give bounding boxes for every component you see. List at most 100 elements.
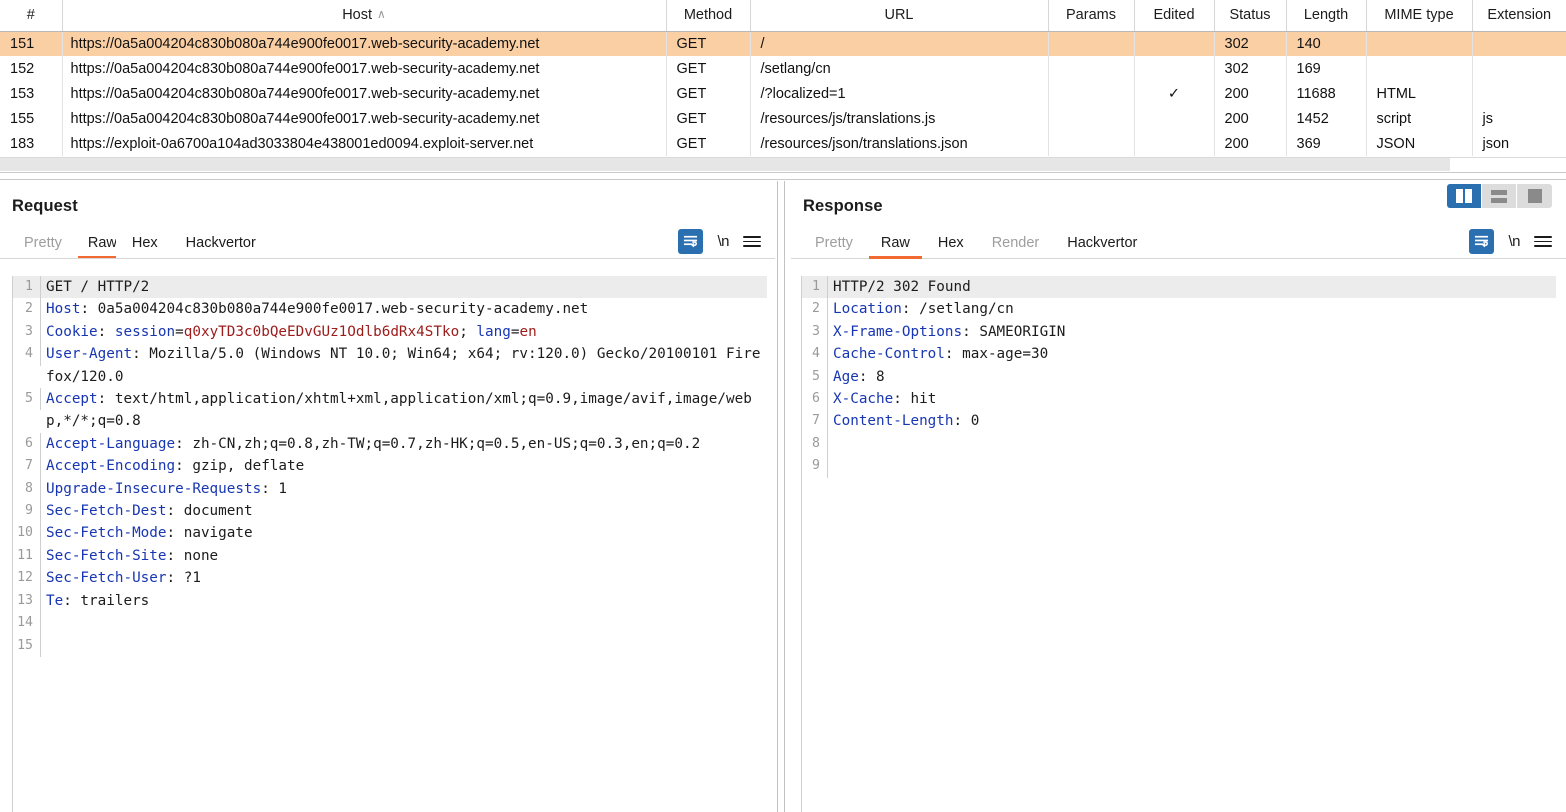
hamburger-menu-icon[interactable]	[1534, 236, 1552, 247]
response-pane: Response Pretty Raw Hex Render Hackverto…	[791, 181, 1566, 812]
column-header-method[interactable]: Method	[666, 0, 750, 31]
tab-response-pretty[interactable]: Pretty	[803, 235, 865, 258]
line-number: 9	[13, 500, 41, 522]
line-number: 6	[802, 388, 828, 410]
line-text[interactable]: Upgrade-Insecure-Requests: 1	[41, 478, 767, 500]
word-wrap-icon[interactable]	[1469, 229, 1494, 254]
line-text[interactable]: Sec-Fetch-Dest: document	[41, 500, 767, 522]
line-text[interactable]: Accept-Encoding: gzip, deflate	[41, 455, 767, 477]
history-horizontal-scrollbar[interactable]	[0, 157, 1566, 171]
cell-status: 302	[1214, 56, 1286, 81]
editor-line: 1HTTP/2 302 Found	[802, 276, 1556, 298]
layout-mode-buttons	[1447, 184, 1552, 208]
cell-ext: js	[1472, 106, 1566, 131]
line-text[interactable]: Cache-Control: max-age=30	[828, 343, 1556, 365]
line-number: 1	[13, 276, 41, 298]
table-row[interactable]: 152https://0a5a004204c830b080a744e900fe0…	[0, 56, 1566, 81]
newline-toggle-icon[interactable]: \n	[1508, 233, 1520, 250]
cell-mime: HTML	[1366, 81, 1472, 106]
table-row[interactable]: 151https://0a5a004204c830b080a744e900fe0…	[0, 31, 1566, 56]
cell-length: 369	[1286, 131, 1366, 156]
column-header-host[interactable]: Host∧	[62, 0, 666, 31]
line-number: 14	[13, 612, 41, 634]
line-text[interactable]: Accept-Language: zh-CN,zh;q=0.8,zh-TW;q=…	[41, 433, 767, 455]
tab-request-hex[interactable]: Hex	[120, 235, 170, 258]
line-number: 8	[13, 478, 41, 500]
response-editor[interactable]: 1HTTP/2 302 Found2Location: /setlang/cn3…	[801, 276, 1556, 812]
column-header-num[interactable]: #	[0, 0, 62, 31]
vertical-splitter[interactable]	[775, 181, 791, 812]
line-text[interactable]: Sec-Fetch-Site: none	[41, 545, 767, 567]
layout-stacked-button[interactable]	[1482, 184, 1517, 208]
cell-host: https://0a5a004204c830b080a744e900fe0017…	[62, 56, 666, 81]
tab-response-hex[interactable]: Hex	[926, 235, 976, 258]
column-header-url-label: URL	[884, 7, 913, 23]
cell-ext	[1472, 31, 1566, 56]
line-number: 11	[13, 545, 41, 567]
tab-request-raw[interactable]: Raw	[78, 235, 116, 258]
tab-response-raw[interactable]: Raw	[869, 235, 922, 258]
cell-url: /setlang/cn	[750, 56, 1048, 81]
line-text[interactable]: Content-Length: 0	[828, 410, 1556, 432]
line-text[interactable]: HTTP/2 302 Found	[828, 276, 1556, 298]
line-text[interactable]: Sec-Fetch-Mode: navigate	[41, 522, 767, 544]
cell-status: 200	[1214, 131, 1286, 156]
cell-num: 152	[0, 56, 62, 81]
tab-request-pretty[interactable]: Pretty	[12, 235, 74, 258]
cell-mime	[1366, 31, 1472, 56]
editor-line: 3X-Frame-Options: SAMEORIGIN	[802, 321, 1556, 343]
column-header-url[interactable]: URL	[750, 0, 1048, 31]
hamburger-menu-icon[interactable]	[743, 236, 761, 247]
word-wrap-icon[interactable]	[678, 229, 703, 254]
cell-edited: ✓	[1134, 81, 1214, 106]
table-row[interactable]: 155https://0a5a004204c830b080a744e900fe0…	[0, 106, 1566, 131]
line-number: 6	[13, 433, 41, 455]
editor-line: 13Te: trailers	[13, 590, 767, 612]
newline-toggle-icon[interactable]: \n	[717, 233, 729, 250]
column-header-edited[interactable]: Edited	[1134, 0, 1214, 31]
column-header-mime[interactable]: MIME type	[1366, 0, 1472, 31]
history-scrollbar-thumb[interactable]	[0, 158, 1450, 171]
table-row[interactable]: 153https://0a5a004204c830b080a744e900fe0…	[0, 81, 1566, 106]
line-text[interactable]: X-Cache: hit	[828, 388, 1556, 410]
column-header-status-label: Status	[1229, 7, 1270, 23]
line-text[interactable]: Cookie: session=q0xyTD3c0bQeEDvGUz1Odlb6…	[41, 321, 767, 343]
cell-params	[1048, 31, 1134, 56]
line-text[interactable]: GET / HTTP/2	[41, 276, 767, 298]
split-vertical-icon	[1456, 189, 1473, 203]
tab-response-hackvertor[interactable]: Hackvertor	[1055, 235, 1149, 258]
request-editor[interactable]: 1GET / HTTP/22Host: 0a5a004204c830b080a7…	[12, 276, 767, 812]
editor-line: 6Accept-Language: zh-CN,zh;q=0.8,zh-TW;q…	[13, 433, 767, 455]
cell-edited	[1134, 56, 1214, 81]
editor-line: 9	[802, 455, 1556, 477]
editor-line: 14	[13, 612, 767, 634]
tab-response-render[interactable]: Render	[980, 235, 1052, 258]
layout-single-button[interactable]	[1517, 184, 1552, 208]
line-text[interactable]: X-Frame-Options: SAMEORIGIN	[828, 321, 1556, 343]
column-header-extension[interactable]: Extension	[1472, 0, 1566, 31]
cell-mime	[1366, 56, 1472, 81]
line-number: 15	[13, 635, 41, 657]
line-text[interactable]: Host: 0a5a004204c830b080a744e900fe0017.w…	[41, 298, 767, 320]
cell-params	[1048, 56, 1134, 81]
response-tabbar: Pretty Raw Hex Render Hackvertor \n	[791, 225, 1566, 259]
layout-side-by-side-button[interactable]	[1447, 184, 1482, 208]
line-text[interactable]: Te: trailers	[41, 590, 767, 612]
proxy-history-table[interactable]: # Host∧ Method URL Params Edited Status …	[0, 0, 1566, 158]
column-header-params[interactable]: Params	[1048, 0, 1134, 31]
horizontal-splitter[interactable]	[0, 172, 1566, 180]
line-text[interactable]: Location: /setlang/cn	[828, 298, 1556, 320]
cell-url: /resources/json/translations.json	[750, 131, 1048, 156]
cell-host: https://0a5a004204c830b080a744e900fe0017…	[62, 81, 666, 106]
line-text[interactable]: Sec-Fetch-User: ?1	[41, 567, 767, 589]
tab-request-hackvertor[interactable]: Hackvertor	[174, 235, 268, 258]
table-row[interactable]: 183https://exploit-0a6700a104ad3033804e4…	[0, 131, 1566, 156]
line-text[interactable]: User-Agent: Mozilla/5.0 (Windows NT 10.0…	[41, 343, 767, 388]
line-text[interactable]: Accept: text/html,application/xhtml+xml,…	[41, 388, 767, 433]
editor-line: 15	[13, 635, 767, 657]
column-header-length[interactable]: Length	[1286, 0, 1366, 31]
line-text[interactable]: Age: 8	[828, 366, 1556, 388]
cell-length: 169	[1286, 56, 1366, 81]
column-header-status[interactable]: Status	[1214, 0, 1286, 31]
request-tab-tools: \n	[678, 229, 761, 254]
